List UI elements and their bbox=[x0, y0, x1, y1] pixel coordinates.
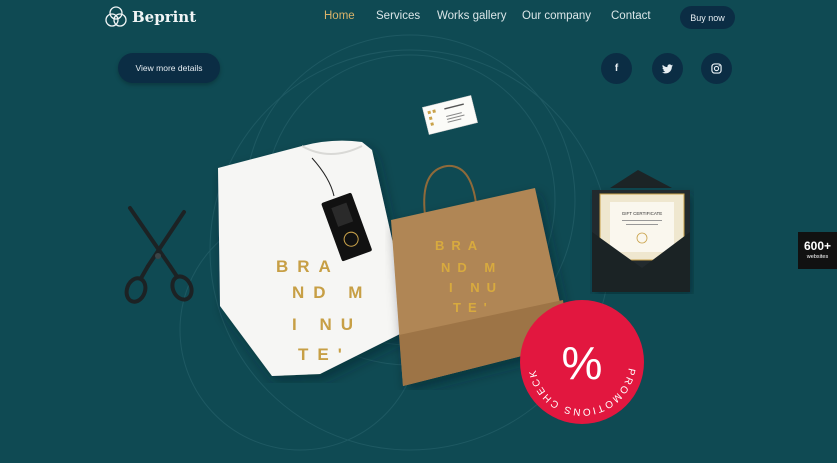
bag-text-line-2: ND M bbox=[441, 260, 502, 275]
facebook-icon: f bbox=[614, 63, 619, 74]
instagram-button[interactable] bbox=[701, 53, 732, 84]
promotions-badge[interactable]: PROMOTIONS CHECK OUT OUR LATEST % bbox=[517, 297, 647, 427]
facebook-button[interactable]: f bbox=[601, 53, 632, 84]
websites-label: websites bbox=[806, 254, 829, 260]
twitter-icon bbox=[662, 63, 673, 73]
envelope-text: GIFT CERTIFICATE bbox=[622, 211, 663, 216]
websites-count: 600+ bbox=[803, 239, 832, 253]
tshirt-text-line-3: I NU bbox=[292, 315, 362, 334]
logo-icon bbox=[105, 6, 127, 27]
websites-count-badge[interactable]: 600+ websites bbox=[798, 232, 837, 269]
nav-contact[interactable]: Contact bbox=[611, 10, 651, 22]
brand-name: Beprint bbox=[132, 8, 197, 26]
scissors-image bbox=[124, 206, 194, 304]
business-card-image bbox=[422, 95, 478, 135]
gift-certificate-envelope-image: GIFT CERTIFICATE bbox=[592, 170, 690, 292]
twitter-button[interactable] bbox=[652, 53, 683, 84]
view-more-details-button[interactable]: View more details bbox=[118, 53, 220, 83]
nav-home[interactable]: Home bbox=[324, 10, 355, 22]
tshirt-text-line-1: BRA bbox=[276, 257, 340, 276]
logo[interactable]: Beprint bbox=[104, 6, 196, 28]
instagram-icon bbox=[711, 63, 722, 74]
tshirt-text-line-4: TE' bbox=[298, 345, 351, 364]
nav-our-company[interactable]: Our company bbox=[522, 10, 591, 22]
bag-text-line-4: TE' bbox=[453, 300, 494, 315]
bag-text-line-1: BRA bbox=[435, 238, 484, 253]
tshirt-text-line-2: ND M bbox=[292, 283, 371, 302]
nav-services[interactable]: Services bbox=[376, 10, 420, 22]
promo-percent-symbol: % bbox=[562, 337, 603, 389]
page: Beprint Home Services Works gallery Our … bbox=[0, 0, 837, 463]
nav-works-gallery[interactable]: Works gallery bbox=[437, 10, 506, 22]
bag-text-line-3: I NU bbox=[449, 280, 503, 295]
buy-now-button[interactable]: Buy now bbox=[680, 6, 735, 29]
